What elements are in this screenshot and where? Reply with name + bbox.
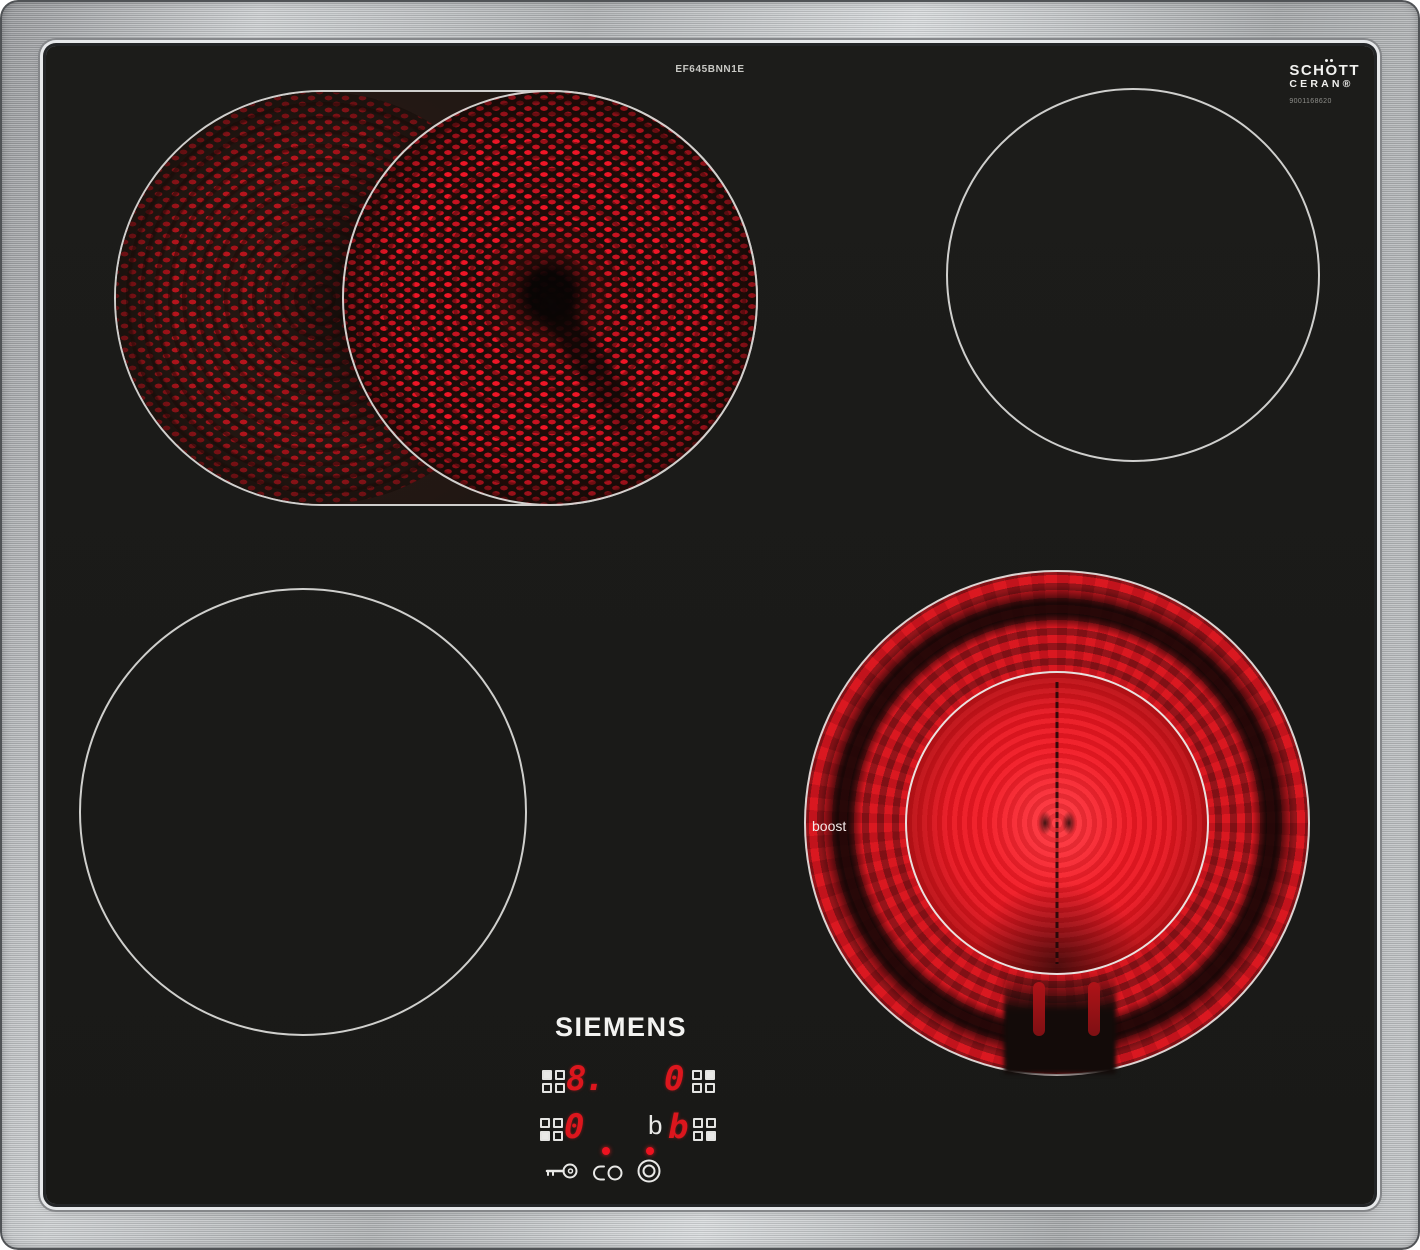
hob-product-image: EF645BNN1E SCHOTT CERAN® 9001168620 boos…	[0, 0, 1420, 1250]
boost-label: boost	[812, 818, 846, 834]
ceramic-glass: EF645BNN1E SCHOTT CERAN® 9001168620 boos…	[46, 46, 1374, 1204]
heating-element-end	[1088, 982, 1100, 1036]
heating-element-end	[1033, 982, 1045, 1036]
active-led	[646, 1147, 654, 1155]
schott-ceran-badge: SCHOTT CERAN® 9001168620	[1289, 59, 1360, 105]
dual-circuit-touchkey[interactable]	[636, 1158, 662, 1184]
key-lock-icon	[543, 1160, 579, 1182]
display-power-front-left: 0	[564, 1110, 582, 1144]
active-led	[602, 1147, 610, 1155]
zone-rear-right-outline	[946, 88, 1320, 462]
model-number: EF645BNN1E	[675, 64, 744, 75]
zone-indicator-rear-right	[692, 1070, 717, 1095]
boost-prefix-b: b	[648, 1112, 662, 1138]
dual-circuit-icon	[636, 1158, 662, 1184]
zone-front-right-inner-glow	[905, 671, 1209, 975]
oval-zone-extension-icon	[591, 1163, 625, 1183]
display-power-rear-left: 8.	[566, 1062, 603, 1096]
schott-logo: SCHOTT	[1289, 59, 1360, 78]
zone-indicator-rear-left	[542, 1070, 567, 1095]
key-lock-touchkey[interactable]	[543, 1160, 579, 1182]
badge-code: 9001168620	[1289, 98, 1360, 105]
schott-logo-text: SCHOTT	[1289, 62, 1360, 79]
siemens-logo: SIEMENS	[555, 1012, 687, 1043]
oval-zone-extension-touchkey[interactable]	[591, 1163, 625, 1183]
display-power-rear-right: 0	[664, 1062, 682, 1096]
zone-front-left-outline	[79, 588, 527, 1036]
zone-indicator-front-left	[540, 1118, 565, 1143]
display-power-front-right: b	[668, 1110, 686, 1144]
zone-indicator-front-right	[693, 1118, 718, 1143]
ceran-logo: CERAN®	[1289, 78, 1360, 91]
zone-rear-left-main-glow	[342, 90, 758, 506]
